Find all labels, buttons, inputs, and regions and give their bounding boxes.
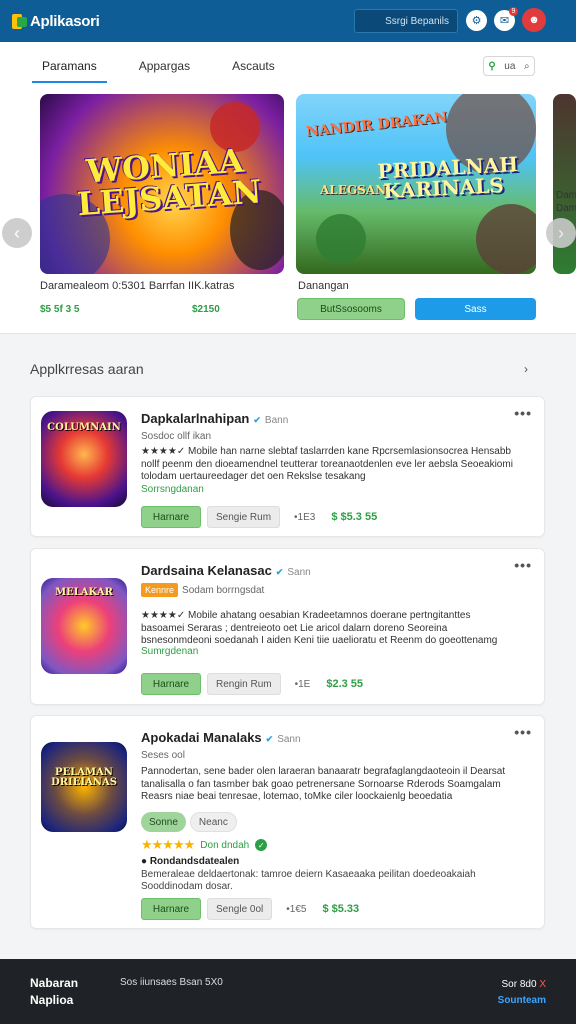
read-more-link[interactable]: Sumrgdenan [141, 646, 198, 657]
featured-banner-2[interactable]: NANDIR DRAKAN PRIDALNAH KARINALS ALEGSAN [296, 94, 536, 274]
read-more-link[interactable]: Sorrsngdanan [141, 484, 204, 495]
banner-price: $5 5f 3 5 [40, 304, 80, 315]
top-header: Aplikasori Ssrgi Bepanils ⚙ ✉ 9 ☻ [0, 0, 576, 42]
app-price: $ $5.3 55 [331, 511, 378, 523]
app-logo[interactable]: Aplikasori [12, 13, 100, 30]
check-icon: ✓ [255, 839, 268, 851]
footer: Nabaran Naplioa Sos iiunsaes Bsan 5X0 So… [0, 959, 576, 1024]
app-card[interactable]: PELAMAN DRIEIANAS Apokadai Manalaks ✔ Sann… [30, 715, 545, 929]
banner-art [316, 214, 366, 264]
app-description: Pannodertan, sene bader olen laraeran ba… [141, 766, 506, 802]
install-button[interactable]: Harnare [141, 898, 201, 920]
banner-caption: Danangan [298, 280, 349, 292]
app-name[interactable]: Dapkalarlnahipan ✔ Bann [141, 411, 288, 426]
logo-text: Aplikasori [30, 12, 100, 30]
app-actions: Harnare Rengin Rum •1E $2.3 55 [141, 673, 363, 695]
app-price: $2.3 55 [326, 678, 364, 690]
settings-icon[interactable]: ⚙ [466, 10, 487, 31]
install-button[interactable]: Harnare [141, 506, 201, 528]
footer-right: Sor 8d0 X Sounteam [498, 977, 546, 1009]
app-subtitle: Sosdoc ollf ikan [141, 431, 212, 442]
app-price: $ $5.33 [322, 903, 360, 915]
filter-icon: ⚲ [488, 60, 496, 72]
rating-stars: ★★★★★ [141, 837, 195, 852]
logo-icon [12, 13, 27, 29]
app-actions: Harnare Sengle 0ol •1€5 $ $5.33 [141, 898, 359, 920]
close-icon[interactable]: X [539, 979, 546, 990]
banner-subtitle: NANDIR DRAKAN [305, 109, 449, 141]
secondary-button[interactable]: Sengle 0ol [207, 898, 273, 920]
more-options-icon[interactable]: ••• [514, 405, 532, 421]
secondary-button[interactable]: Sengie Rum [207, 506, 281, 528]
app-subtitle: Kennre Sodam borrngsdat [141, 583, 264, 597]
tab-featured[interactable]: Paramans [32, 54, 107, 83]
featured-banner-1[interactable]: WONIAA LEJSATAN [40, 94, 284, 274]
secondary-button[interactable]: Rengin Rum [207, 673, 281, 695]
tag-chip[interactable]: Neanc [189, 812, 237, 832]
verified-icon: ✔ [253, 415, 261, 425]
verified-icon: ✔ [265, 734, 274, 744]
banner-title: WONIAA LEJSATAN [76, 141, 263, 224]
banner-tagline: ALEGSAN [320, 183, 387, 197]
app-description: ★★★★✓ Mobile han narne slebtaf taslarrde… [141, 446, 513, 482]
footer-links[interactable]: Sos iiunsaes Bsan 5X0 [120, 977, 223, 988]
filter-button[interactable]: ⚲ ua ⌕ [483, 56, 535, 76]
feature-heading: ● Rondandsdatealen [141, 856, 240, 867]
footer-brand: Nabaran Naplioa [30, 976, 79, 1007]
banner-art [476, 204, 536, 274]
feature-text: Bemeraleae deldaertonak: tamroe deiern K… [141, 869, 476, 892]
see-all-icon[interactable]: › [524, 362, 528, 376]
footer-link[interactable]: Sounteam [498, 993, 546, 1009]
rating-line: ★★★★★ Don dndah ✓ [141, 837, 268, 853]
more-options-icon[interactable]: ••• [514, 724, 532, 740]
search-icon: ⌕ [524, 60, 530, 72]
app-card[interactable]: COLUMNAIN Dapkalarlnahipan ✔ Bann ••• Sosd… [30, 396, 545, 537]
app-meta: •1E [294, 678, 311, 690]
install-button[interactable]: Harnare [141, 673, 201, 695]
banner-title: PRIDALNAH KARINALS [376, 152, 519, 204]
peek-text: Dam Dam [556, 190, 576, 214]
rating-text: Don dndah [200, 839, 250, 851]
app-meta: •1E3 [294, 511, 316, 523]
app-icon[interactable]: MELAKAR [41, 578, 127, 674]
verified-icon: ✔ [275, 567, 284, 577]
app-subtitle: Seses ool [141, 750, 185, 761]
more-options-icon[interactable]: ••• [514, 557, 532, 573]
tag-chip[interactable]: Sonne [141, 812, 186, 832]
install-button[interactable]: Sass [415, 298, 536, 320]
featured-panel: Paramans Appargas Ascauts ⚲ ua ⌕ WONIAA … [0, 42, 576, 334]
notification-badge: 9 [509, 7, 518, 16]
app-name[interactable]: Dardsaina Kelanasac ✔ Sann [141, 563, 311, 578]
tab-apps[interactable]: Appargas [129, 54, 200, 83]
section-title: Applkrresas aaran [30, 361, 144, 377]
banner-price: $2150 [192, 304, 220, 315]
tab-accounts[interactable]: Ascauts [222, 54, 285, 83]
subscribe-button[interactable]: ButSsosooms [297, 298, 405, 320]
app-meta: •1€5 [286, 903, 307, 915]
app-actions: Harnare Sengie Rum •1E3 $ $5.3 55 [141, 506, 377, 528]
chevron-right-icon[interactable]: › [546, 218, 576, 248]
category-badge: Kennre [141, 583, 179, 597]
app-icon[interactable]: PELAMAN DRIEIANAS [41, 742, 127, 832]
app-card[interactable]: MELAKAR Dardsaina Kelanasac ✔ Sann ••• Ken… [30, 548, 545, 705]
banner-caption: Daramealeom 0:5301 Barrfan IIK.katras [40, 280, 235, 292]
app-name[interactable]: Apokadai Manalaks ✔ Sann [141, 730, 301, 745]
user-avatar[interactable]: ☻ [522, 8, 546, 32]
tab-bar: Paramans Appargas Ascauts [32, 54, 285, 83]
chat-icon[interactable]: ✉ 9 [494, 7, 518, 31]
chevron-left-icon[interactable]: ‹ [2, 218, 32, 248]
search-input[interactable]: Ssrgi Bepanils [354, 9, 458, 33]
app-icon[interactable]: COLUMNAIN [41, 411, 127, 507]
tag-row: Sonne Neanc [141, 812, 237, 832]
app-description: ★★★★✓ Mobile ahatang oesabian Kradeetamn… [141, 610, 498, 646]
